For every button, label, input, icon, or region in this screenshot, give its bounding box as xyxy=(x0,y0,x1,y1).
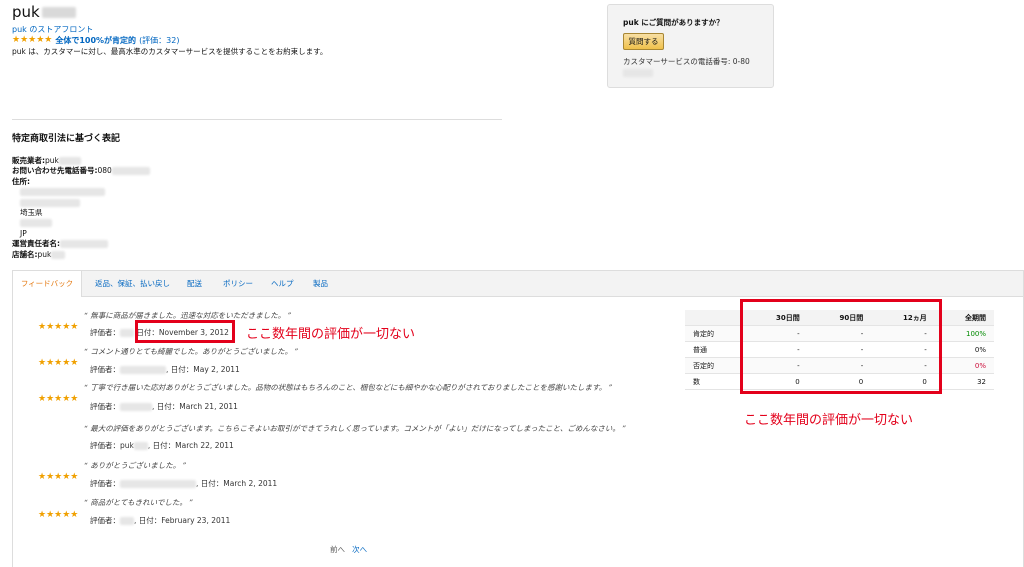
stats-header xyxy=(685,310,745,326)
annotation-note: ここ数年間の評価が一切ない xyxy=(246,327,416,342)
stats-cell: 100% xyxy=(934,325,994,342)
storefront-link[interactable]: puk のストアフロント xyxy=(12,24,93,35)
rating-stars: ★★★★★ xyxy=(12,34,53,45)
stats-cell: 数 xyxy=(685,373,745,390)
rating-summary: ★★★★★ 全体で100%が肯定的 (評価：32) xyxy=(12,35,179,45)
annotation-note: ここ数年間の評価が一切ない xyxy=(744,413,914,428)
rating-count-link[interactable]: (評価：32) xyxy=(139,35,179,46)
seller-tagline: puk は、カスタマーに対し、最高水準のカスタマーサービスを提供することをお約束… xyxy=(12,47,328,56)
question-box: puk にご質問がありますか？ 質問する カスタマーサービスの電話番号: 0-8… xyxy=(607,4,774,88)
feedback-meta: 評価者：, 日付：March 21, 2011 xyxy=(90,402,238,411)
feedback-stars: ★★★★★ xyxy=(38,510,79,520)
legal-title: 特定商取引法に基づく表記 xyxy=(12,134,121,144)
tab-help[interactable]: ヘルプ xyxy=(271,271,294,296)
feedback-meta: 評価者：, 日付：March 2, 2011 xyxy=(90,479,278,488)
legal-address-line2 xyxy=(20,198,80,209)
feedback-meta: 評価者：puk, 日付：March 22, 2011 xyxy=(90,441,234,450)
tab-bar: フィードバック 返品、保証、払い戻し 配送 ポリシー ヘルプ 製品 xyxy=(12,270,1024,297)
seller-name: puk xyxy=(12,3,76,21)
tab-products[interactable]: 製品 xyxy=(313,271,328,296)
feedback-stars: ★★★★★ xyxy=(38,322,79,332)
feedback-meta: 評価者：, 日付：May 2, 2011 xyxy=(90,365,240,374)
stats-cell: 0% xyxy=(934,357,994,374)
tab-returns[interactable]: 返品、保証、払い戻し xyxy=(95,271,170,296)
legal-address-line3 xyxy=(20,218,52,229)
stats-cell: 肯定的 xyxy=(685,325,745,342)
highlight-box-date xyxy=(135,320,235,343)
stats-cell: 32 xyxy=(934,373,994,390)
ask-question-button[interactable]: 質問する xyxy=(623,33,664,50)
next-link[interactable]: 次へ xyxy=(352,545,367,554)
feedback-meta: 評価者：, 日付：February 23, 2011 xyxy=(90,516,231,525)
feedback-quote: “ 商品がとてもきれいでした。 ” xyxy=(84,498,194,507)
tab-shipping[interactable]: 配送 xyxy=(187,271,202,296)
feedback-quote: “ ありがとうございました。 ” xyxy=(84,461,187,470)
feedback-stars: ★★★★★ xyxy=(38,394,79,404)
legal-prefecture: 埼玉県 xyxy=(20,208,43,217)
stats-cell: 普通 xyxy=(685,341,745,358)
rating-percent-link[interactable]: 全体で100%が肯定的 xyxy=(55,35,136,46)
legal-country: JP xyxy=(20,229,27,238)
feedback-quote: “ コメント通りとても綺麗でした。ありがとうございました。 ” xyxy=(84,347,299,356)
stats-cell: 0% xyxy=(934,341,994,358)
stats-header: 全期間 xyxy=(934,310,994,326)
prev-link[interactable]: 前へ xyxy=(330,545,345,554)
tab-policy[interactable]: ポリシー xyxy=(223,271,253,296)
legal-shop: 店舗名:puk xyxy=(12,250,66,261)
question-title: puk にご質問がありますか？ xyxy=(623,18,724,27)
legal-phone: お問い合わせ先電話番号:080 xyxy=(12,166,150,177)
pagination: 前へ 次へ xyxy=(330,544,367,555)
customer-service-phone: カスタマーサービスの電話番号: 0-80 xyxy=(623,56,768,78)
feedback-quote: “ 丁寧で行き届いた応対ありがとうございました。品物の状態はもちろんのこと、梱包… xyxy=(84,383,613,392)
highlight-box-stats xyxy=(740,299,942,394)
legal-address-line1 xyxy=(20,187,105,198)
tab-feedback[interactable]: フィードバック xyxy=(13,271,82,297)
legal-address-label: 住所: xyxy=(12,177,30,186)
legal-seller: 販売業者:puk xyxy=(12,156,81,167)
legal-manager: 運営責任者名: xyxy=(12,239,108,250)
divider xyxy=(12,119,502,120)
feedback-stars: ★★★★★ xyxy=(38,472,79,482)
feedback-quote: “ 最大の評価をありがとうございます。こちらこそよいお取引ができてうれしく思って… xyxy=(84,424,627,433)
stats-cell: 否定的 xyxy=(685,357,745,374)
feedback-stars: ★★★★★ xyxy=(38,358,79,368)
